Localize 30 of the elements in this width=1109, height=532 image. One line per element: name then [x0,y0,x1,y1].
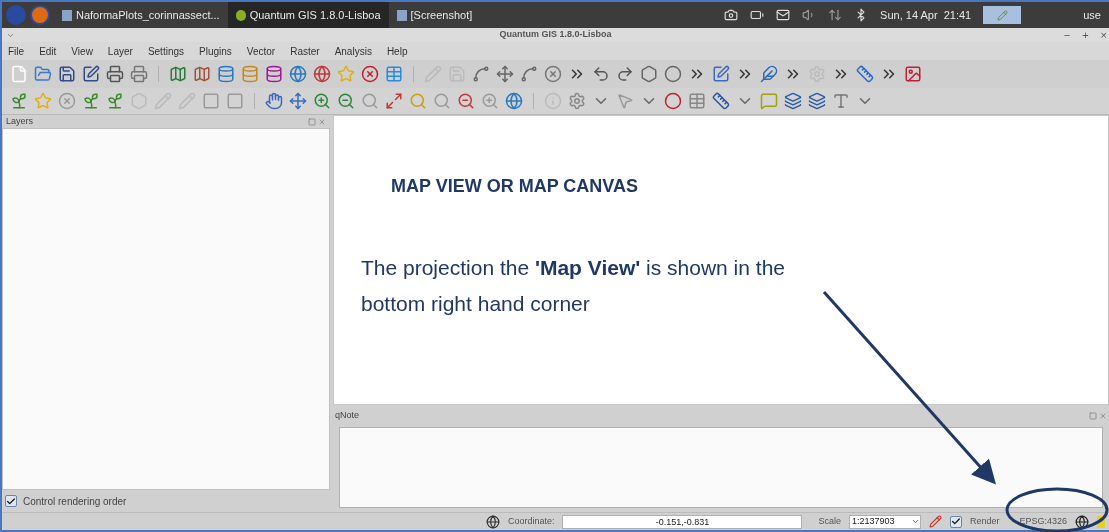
menu-item[interactable]: Help [386,43,408,59]
menu-item[interactable]: View [71,43,93,59]
menu-item[interactable]: Settings [147,43,184,59]
menu-item[interactable]: Vector [246,43,276,59]
panel-title: qNote [335,409,360,423]
window-control[interactable]: × [1100,29,1107,41]
taskbar-task[interactable]: NaformaPlots_corinnassect... [54,2,228,28]
coordinate-label: Coordinate: [507,514,555,528]
window-control[interactable]: − [1063,29,1071,41]
menu-item[interactable]: Analysis [334,43,372,59]
checkbox-label: Control rendering order [23,494,127,509]
menu-item[interactable]: File [8,43,25,59]
window-control[interactable]: + [1082,29,1089,41]
menu-item[interactable]: Edit [39,43,57,59]
coordinate-field[interactable]: -0.151,-0.831 [562,514,803,529]
panel-title: Layers [6,114,33,128]
menu-item[interactable]: Plugins [199,43,232,59]
menu-item[interactable]: Raster [290,43,320,59]
taskbar-task[interactable]: Quantum GIS 1.8.0-Lisboa [227,2,389,28]
menu-item[interactable]: Layer [107,43,133,59]
scale-label: Scale [818,514,841,528]
canvas-heading: MAP VIEW OR MAP CANVAS [391,175,640,198]
annotation-text: The projection the 'Map View' is shown in the bottom right hand corner [361,255,786,317]
scale-combo[interactable]: 1:2137903 [848,514,921,529]
window-title: Quantum GIS 1.8.0-Lisboa [499,28,612,42]
taskbar-task[interactable]: [Screenshot] [388,2,481,28]
clock: Sun, 14 Apr 21:41 [880,7,972,23]
crs-label[interactable]: EPSG:4326 [1019,514,1067,529]
render-label: Render [969,514,1000,528]
user-name: use [1083,7,1101,23]
